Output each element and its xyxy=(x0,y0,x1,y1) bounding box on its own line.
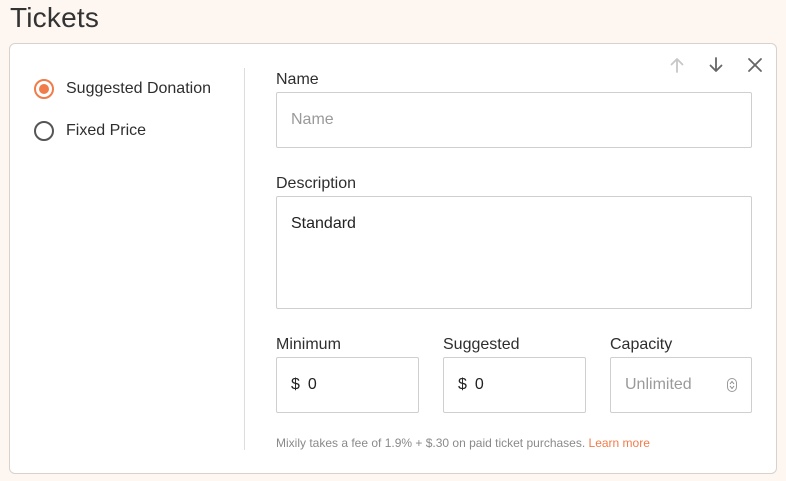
name-field[interactable]: Name xyxy=(276,92,752,148)
capacity-field[interactable]: Unlimited xyxy=(610,357,752,413)
minimum-field[interactable]: $ 0 xyxy=(276,357,419,413)
stepper-arrows-icon xyxy=(729,380,735,390)
vertical-divider xyxy=(244,68,245,450)
radio-button[interactable] xyxy=(34,121,54,141)
move-down-button[interactable] xyxy=(705,54,727,76)
currency-symbol: $ xyxy=(291,376,300,393)
suggested-label: Suggested xyxy=(443,336,520,353)
capacity-label: Capacity xyxy=(610,336,673,353)
close-button[interactable] xyxy=(744,54,766,76)
radio-button-selected[interactable] xyxy=(34,79,54,99)
arrow-down-icon xyxy=(709,57,723,72)
option-label: Suggested Donation xyxy=(66,80,211,97)
arrow-up-icon xyxy=(670,58,684,73)
option-label: Fixed Price xyxy=(66,122,147,139)
fixed-price-option[interactable]: Fixed Price xyxy=(34,121,146,141)
description-value: Standard xyxy=(291,215,356,232)
page-title: Tickets xyxy=(10,2,100,33)
fee-note: Mixily takes a fee of 1.9% + $.30 on pai… xyxy=(276,436,650,450)
name-label: Name xyxy=(276,71,319,88)
currency-symbol: $ xyxy=(458,376,467,393)
close-icon xyxy=(748,58,762,72)
capacity-placeholder: Unlimited xyxy=(625,376,692,393)
minimum-label: Minimum xyxy=(276,336,341,353)
ticket-card: Suggested Donation Fixed Price Name Name… xyxy=(9,43,777,474)
suggested-value: 0 xyxy=(474,376,484,393)
suggested-donation-option[interactable]: Suggested Donation xyxy=(34,79,211,99)
description-field[interactable]: Standard xyxy=(276,196,752,309)
number-stepper-icon[interactable] xyxy=(727,378,737,392)
suggested-field[interactable]: $ 0 xyxy=(443,357,586,413)
name-placeholder: Name xyxy=(291,111,334,128)
learn-more-link[interactable]: Learn more xyxy=(589,436,650,450)
move-up-button[interactable] xyxy=(666,54,688,76)
description-label: Description xyxy=(276,175,357,192)
radio-dot xyxy=(39,84,49,94)
minimum-value: 0 xyxy=(307,376,317,393)
fee-text: Mixily takes a fee of 1.9% + $.30 on pai… xyxy=(276,436,586,450)
